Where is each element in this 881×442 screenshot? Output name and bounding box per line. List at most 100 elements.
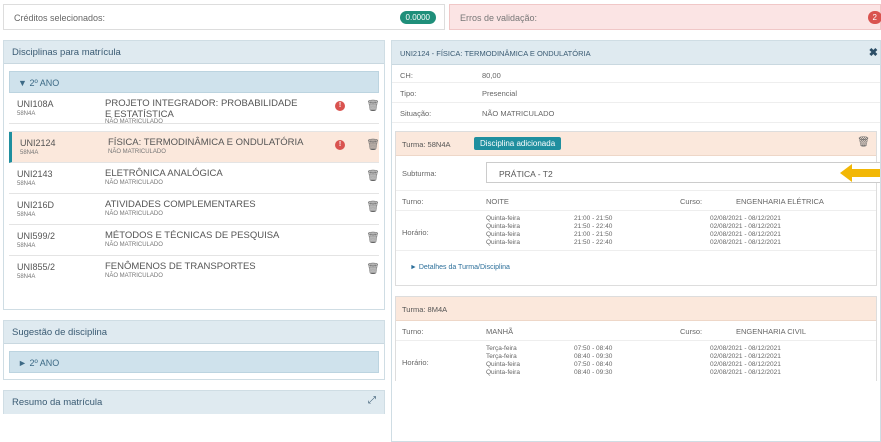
- schedule-day: Terça-feira: [486, 353, 517, 360]
- course-code: UNI108A: [17, 99, 54, 109]
- ch-value: 80,00: [482, 71, 501, 80]
- warning-icon: !: [335, 140, 345, 150]
- errors-label: Erros de validação:: [460, 13, 538, 23]
- trash-icon[interactable]: 🗑: [366, 99, 380, 112]
- errors-bar[interactable]: Erros de validação: 2: [449, 4, 881, 30]
- course-code: UNI2124: [20, 138, 56, 148]
- course-name: PROJETO INTEGRADOR: PROBABILIDADE E ESTA…: [105, 98, 298, 120]
- schedule-time: 07:50 - 08:40: [574, 345, 613, 352]
- year-toggle[interactable]: ▼ 2º ANO: [9, 71, 379, 93]
- schedule-time: 08:40 - 09:30: [574, 353, 613, 360]
- course-detail-header: UNI2124 - FÍSICA: TERMODINÂMICA E ONDULA…: [392, 41, 880, 65]
- curso-value: ENGENHARIA ELÉTRICA: [736, 197, 824, 206]
- trash-icon[interactable]: 🗑: [366, 262, 380, 275]
- schedule-date: 02/08/2021 - 08/12/2021: [710, 223, 781, 230]
- schedule-date: 02/08/2021 - 08/12/2021: [710, 231, 781, 238]
- turma-label: Turma: 8M4A: [402, 305, 448, 314]
- subturma-row: Subturma: PRÁTICA - T2: [396, 156, 880, 191]
- schedule-dates: 02/08/2021 - 08/12/2021 02/08/2021 - 08/…: [710, 215, 781, 247]
- course-class: 58N4A: [17, 181, 36, 187]
- turno-value: NOITE: [486, 197, 509, 206]
- errors-count-badge: 2: [867, 11, 881, 24]
- course-class: 58N4A: [20, 150, 39, 156]
- schedule-dates: 02/08/2021 - 08/12/2021 02/08/2021 - 08/…: [710, 345, 781, 377]
- course-status: NÃO MATRICULADO: [105, 273, 163, 279]
- course-row[interactable]: UNI108A 58N4A PROJETO INTEGRADOR: PROBAB…: [9, 93, 380, 125]
- turma-card: Turma: 8M4A Turno: MANHÃ Curso: ENGENHAR…: [395, 296, 877, 381]
- trash-icon[interactable]: 🗑: [366, 138, 380, 151]
- suggestion-panel-title: Sugestão de disciplina: [12, 327, 108, 338]
- caret-down-icon: ▼: [18, 78, 27, 88]
- schedule-time: 21:50 - 22:40: [574, 239, 613, 246]
- enroll-panel-header: Disciplinas para matrícula: [4, 41, 384, 64]
- schedule-time: 21:00 - 21:50: [574, 215, 613, 222]
- credits-badge: 0.0000: [399, 11, 436, 24]
- curso-value: ENGENHARIA CIVIL: [736, 327, 807, 336]
- schedule-day: Terça-feira: [486, 345, 517, 352]
- schedule-days: Quinta-feira Quinta-feira Quinta-feira Q…: [486, 215, 520, 247]
- schedule-time: 21:50 - 22:40: [574, 223, 613, 230]
- course-row[interactable]: UNI2143 58N4A ELETRÔNICA ANALÓGICA NÃO M…: [9, 163, 380, 194]
- course-class: 58N4A: [17, 212, 36, 218]
- schedule-day: Quinta-feira: [486, 231, 520, 238]
- schedule-date: 02/08/2021 - 08/12/2021: [710, 353, 781, 360]
- turma-card: Turma: 58N4A Disciplina adicionada 🗑 Sub…: [395, 131, 880, 286]
- turma-label: Turma: 58N4A: [402, 140, 451, 149]
- schedule-day: Quinta-feira: [486, 215, 520, 222]
- horario-row: Horário: Terça-feira Terça-feira Quinta-…: [396, 341, 876, 381]
- details-link[interactable]: ► Detalhes da Turma/Disciplina: [410, 264, 510, 271]
- suggestion-year-toggle[interactable]: ► 2º ANO: [9, 351, 379, 373]
- course-class: 58N4A: [17, 111, 36, 117]
- caret-right-icon: ►: [18, 358, 27, 368]
- course-row[interactable]: UNI216D 58N4A ATIVIDADES COMPLEMENTARES …: [9, 194, 380, 225]
- details-link-row: ► Detalhes da Turma/Disciplina: [396, 251, 876, 285]
- details-link-label: Detalhes da Turma/Disciplina: [418, 264, 510, 271]
- warning-icon: !: [335, 101, 345, 111]
- year-label: 2º ANO: [29, 78, 60, 88]
- schedule-day: Quinta-feira: [486, 361, 520, 368]
- trash-icon[interactable]: 🗑: [366, 231, 380, 244]
- schedule-time: 07:50 - 08:40: [574, 361, 613, 368]
- turma-header: Turma: 58N4A Disciplina adicionada 🗑: [396, 132, 876, 156]
- course-row[interactable]: UNI855/2 58N4A FENÔMENOS DE TRANSPORTES …: [9, 256, 380, 287]
- course-name: FENÔMENOS DE TRANSPORTES: [105, 261, 256, 272]
- turno-row: Turno: MANHÃ Curso: ENGENHARIA CIVIL: [396, 321, 876, 341]
- turma-header: Turma: 8M4A: [396, 297, 876, 321]
- subturma-value: PRÁTICA - T2: [499, 169, 553, 179]
- turno-value: MANHÃ: [486, 327, 514, 336]
- ch-label: CH:: [400, 71, 413, 80]
- curso-label: Curso:: [680, 327, 703, 336]
- course-code: UNI2143: [17, 169, 53, 179]
- schedule-time: 21:00 - 21:50: [574, 231, 613, 238]
- tipo-value: Presencial: [482, 89, 518, 98]
- course-row-selected[interactable]: UNI2124 58N4A FÍSICA: TERMODINÂMICA E ON…: [9, 132, 380, 163]
- schedule-date: 02/08/2021 - 08/12/2021: [710, 345, 781, 352]
- trash-icon[interactable]: 🗑: [366, 169, 380, 182]
- horario-label: Horário:: [402, 358, 429, 367]
- turno-label: Turno:: [402, 327, 424, 336]
- horario-label: Horário:: [402, 228, 429, 237]
- suggestion-panel: Sugestão de disciplina ► 2º ANO: [3, 320, 385, 380]
- course-row[interactable]: UNI599/2 58N4A MÉTODOS E TÉCNICAS DE PES…: [9, 225, 380, 256]
- subturma-select[interactable]: PRÁTICA - T2: [486, 162, 880, 183]
- situacao-label: Situação:: [400, 109, 432, 118]
- credits-bar: Créditos selecionados: 0.0000: [3, 4, 445, 30]
- schedule-times: 07:50 - 08:40 08:40 - 09:30 07:50 - 08:4…: [574, 345, 612, 377]
- horario-row: Horário: Quinta-feira Quinta-feira Quint…: [396, 211, 876, 251]
- schedule-date: 02/08/2021 - 08/12/2021: [710, 239, 781, 246]
- summary-panel[interactable]: Resumo da matrícula ⤢: [3, 390, 385, 414]
- schedule-date: 02/08/2021 - 08/12/2021: [710, 361, 781, 368]
- schedule-day: Quinta-feira: [486, 223, 520, 230]
- course-code: UNI855/2: [17, 262, 56, 272]
- suggestion-panel-header: Sugestão de disciplina: [4, 321, 384, 344]
- expand-arrows-icon[interactable]: ⤢: [368, 395, 376, 406]
- ch-row: CH: 80,00: [392, 65, 880, 83]
- trash-icon[interactable]: 🗑: [366, 200, 380, 213]
- course-name: MÉTODOS E TÉCNICAS DE PESQUISA: [105, 230, 280, 241]
- tipo-row: Tipo: Presencial: [392, 83, 880, 103]
- close-icon[interactable]: ✖: [869, 46, 878, 59]
- subturma-label: Subturma:: [402, 169, 437, 178]
- schedule-times: 21:00 - 21:50 21:50 - 22:40 21:00 - 21:5…: [574, 215, 612, 247]
- trash-icon[interactable]: 🗑: [857, 137, 870, 148]
- course-name: ELETRÔNICA ANALÓGICA: [105, 168, 223, 179]
